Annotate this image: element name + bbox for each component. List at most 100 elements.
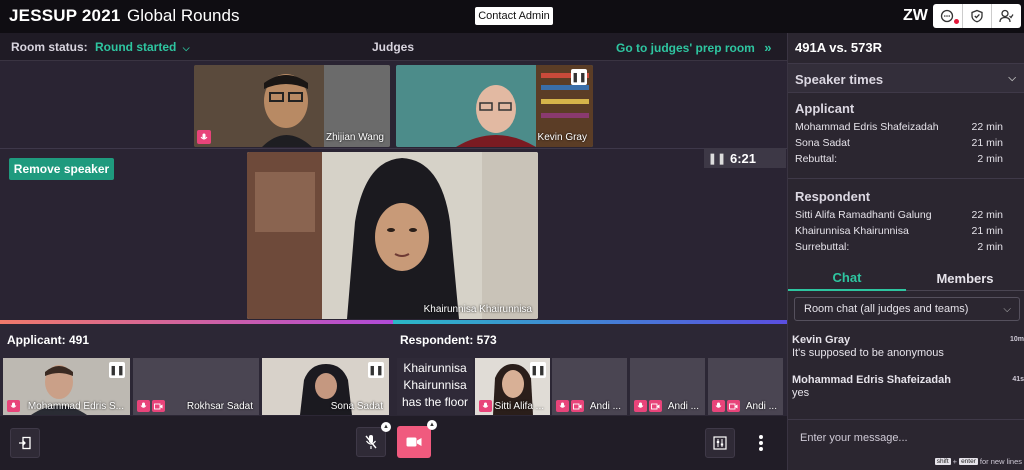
remove-speaker-button[interactable]: Remove speaker	[9, 158, 114, 180]
participant-tile[interactable]: ❚❚ Mohammad Edris S...	[3, 358, 130, 415]
mic-muted-icon	[197, 130, 211, 144]
status-icons	[137, 400, 165, 412]
floor-line: Khairunnisa	[403, 378, 467, 392]
contact-admin-button[interactable]: Contact Admin	[475, 7, 553, 25]
chat-input-placeholder: Enter your message...	[800, 432, 908, 444]
notification-dot	[954, 19, 959, 24]
chevron-down-icon: ⌵	[1008, 73, 1016, 84]
chevron-down-icon: ⌵	[1003, 304, 1011, 315]
double-chevron-right-icon: »	[764, 40, 772, 55]
pause-icon[interactable]: ❚❚	[368, 362, 384, 378]
floor-indicator: Khairunnisa Khairunnisa has the floor	[397, 358, 473, 415]
chat-room-select[interactable]: Room chat (all judges and teams) ⌵	[794, 297, 1020, 321]
match-title: 491A vs. 573R	[795, 40, 882, 55]
tab-chat[interactable]: Chat	[788, 266, 906, 291]
speaker-times-heading: Speaker times	[795, 72, 884, 87]
hint-text: for new lines	[979, 457, 1022, 466]
judge-video-tile[interactable]: ❚❚ Kevin Gray	[396, 65, 593, 147]
enter-key-label: enter	[959, 458, 978, 465]
main-speaker-tile[interactable]: Khairunnisa Khairunnisa	[247, 152, 538, 319]
camera-icon	[152, 400, 165, 412]
chat-room-value: Room chat (all judges and teams)	[804, 303, 969, 315]
respondent-times-heading: Respondent	[795, 189, 871, 204]
participant-name: Khairunnisa Khairunnisa	[423, 304, 532, 315]
user-initials[interactable]: ZW	[903, 7, 928, 25]
message-author: Kevin Gray	[792, 334, 851, 346]
speaker-name: Rebuttal:	[795, 153, 838, 165]
shield-check-icon[interactable]	[963, 4, 993, 28]
speaker-time: 2 min	[977, 241, 1003, 253]
caret-up-icon[interactable]: ▲	[427, 420, 437, 430]
user-profile-icon[interactable]	[992, 4, 1021, 28]
message-time: 10m	[1009, 336, 1024, 343]
participant-tile[interactable]: Andi ...	[708, 358, 783, 415]
sliders-icon	[713, 436, 727, 450]
room-status-dropdown[interactable]: Round started ⌵	[95, 40, 190, 54]
more-options-button[interactable]	[746, 428, 776, 458]
participant-tile[interactable]: Andi ...	[630, 358, 705, 415]
exit-door-icon	[19, 436, 31, 450]
participant-name: Rokhsar Sadat	[186, 401, 253, 412]
speaker-time: 22 min	[971, 121, 1003, 133]
applicant-times-heading: Applicant	[795, 101, 855, 116]
chat-bubble-icon[interactable]	[933, 4, 963, 28]
participant-name: Andi ...	[589, 401, 621, 412]
speaker-time-row: Surrebuttal: 2 min	[795, 241, 1003, 253]
judge-video-tile[interactable]: Zhijian Wang	[194, 65, 390, 147]
chevron-down-icon: ⌵	[182, 43, 190, 53]
camera-toggle-button[interactable]: ▲	[397, 420, 437, 458]
judges-heading: Judges	[372, 40, 415, 54]
app-title: JESSUP 2021	[9, 6, 121, 25]
top-bar: JESSUP 2021 Global Rounds Contact Admin …	[0, 0, 1024, 33]
speaker-name: Surrebuttal:	[795, 241, 850, 253]
floor-line: has the floor	[401, 395, 469, 409]
room-status-bar: Room status: Round started ⌵ Judges Go t…	[0, 33, 787, 61]
video-stage: Zhijian Wang ❚❚ Kevin Gray Remove speake…	[0, 61, 787, 320]
settings-button[interactable]	[705, 428, 735, 458]
participant-name: Sitti Alifa ...	[494, 401, 544, 412]
microphone-toggle-button[interactable]: ▲	[356, 422, 391, 457]
pause-icon[interactable]: ❚❚	[530, 362, 546, 378]
speaker-time: 21 min	[971, 137, 1003, 149]
speaker-time-row: Sitti Alifa Ramadhanti Galung 22 min	[795, 209, 1003, 221]
mic-icon	[7, 400, 20, 412]
leave-room-button[interactable]	[10, 428, 40, 458]
section-divider	[788, 178, 1024, 179]
plus-sign: +	[952, 457, 958, 466]
prep-room-label: Go to judges' prep room	[616, 41, 755, 55]
pause-icon[interactable]: ❚❚	[109, 362, 125, 378]
participant-name: Mohammad Edris S...	[27, 401, 124, 412]
prep-room-link[interactable]: Go to judges' prep room »	[616, 40, 771, 55]
speaker-name: Sona Sadat	[795, 137, 850, 149]
participant-tile[interactable]: Rokhsar Sadat	[133, 358, 259, 415]
respondent-heading: Respondent: 573	[393, 324, 787, 356]
message-text: yes	[792, 387, 810, 399]
status-icons	[7, 400, 20, 412]
message-time: 41s	[1012, 376, 1024, 383]
speaker-times-header[interactable]: Speaker times ⌵	[788, 63, 1024, 93]
pause-icon[interactable]: ❚❚	[571, 69, 587, 85]
participant-tile[interactable]: Andi ...	[552, 358, 627, 415]
message-author: Mohammad Edris Shafeizadah	[792, 374, 951, 386]
right-sidebar: 491A vs. 573R Speaker times ⌵ Applicant …	[787, 33, 1024, 470]
stage-divider	[0, 148, 787, 149]
chat-input[interactable]: Enter your message... shift + enter for …	[788, 419, 1024, 470]
tab-members[interactable]: Members	[906, 266, 1024, 291]
newline-hint: shift + enter for new lines	[934, 457, 1022, 466]
main-speaker-video	[247, 152, 538, 319]
participant-name: Zhijian Wang	[326, 132, 384, 143]
sidebar-tabs: Chat Members	[788, 266, 1024, 291]
caret-up-icon[interactable]: ▲	[381, 422, 391, 432]
mic-icon	[556, 400, 569, 412]
speaker-time-row: Mohammad Edris Shafeizadah 22 min	[795, 121, 1003, 133]
pause-icon[interactable]: ❚❚	[704, 152, 730, 165]
shift-key-label: shift	[934, 458, 951, 465]
mic-icon	[712, 400, 725, 412]
status-icons	[634, 400, 662, 412]
participant-tile[interactable]: ❚❚ Sitti Alifa ...	[475, 358, 550, 415]
mic-icon	[479, 400, 492, 412]
participant-name: Andi ...	[667, 401, 699, 412]
floor-line: Khairunnisa	[403, 361, 467, 375]
more-vertical-icon	[759, 435, 763, 451]
participant-tile[interactable]: ❚❚ Sona Sadat	[262, 358, 389, 415]
